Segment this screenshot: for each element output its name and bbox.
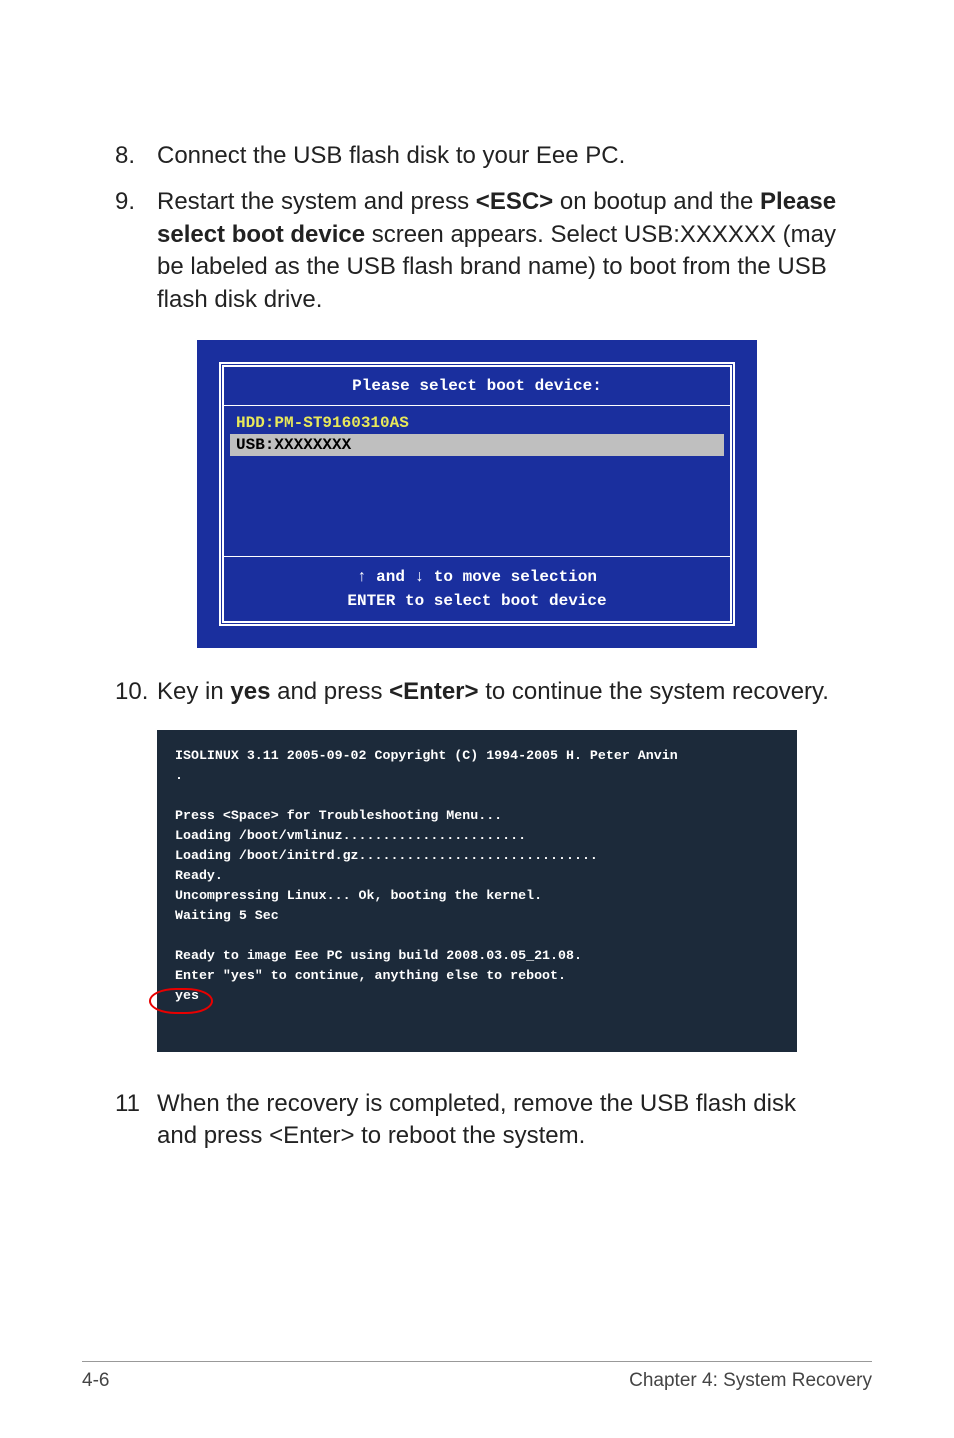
page-footer: 4-6 Chapter 4: System Recovery: [82, 1370, 872, 1392]
term-line: Waiting 5 Sec: [175, 908, 279, 923]
term-line: Ready to image Eee PC using build 2008.0…: [175, 948, 582, 963]
step-number: 10.: [115, 676, 157, 708]
page-content: 8. Connect the USB flash disk to your Ee…: [0, 0, 954, 1152]
step-number: 11: [115, 1088, 157, 1153]
boot-frame: Please select boot device: HDD:PM-ST9160…: [219, 362, 735, 626]
term-line: Loading /boot/initrd.gz.................…: [175, 848, 598, 863]
page-number: 4-6: [82, 1370, 109, 1392]
term-line: .: [175, 768, 183, 783]
boot-device-list: HDD:PM-ST9160310AS USB:XXXXXXXX: [224, 406, 730, 556]
boot-footer: ↑ and ↓ to move selection ENTER to selec…: [224, 556, 730, 621]
term-line: yes: [175, 988, 199, 1003]
step-10: 10. Key in yes and press <Enter> to cont…: [115, 676, 839, 708]
step-text: Key in yes and press <Enter> to continue…: [157, 676, 839, 708]
step-text: Connect the USB flash disk to your Eee P…: [157, 140, 839, 172]
boot-device-screenshot: Please select boot device: HDD:PM-ST9160…: [197, 340, 757, 648]
boot-hint-1: ↑ and ↓ to move selection: [224, 565, 730, 589]
boot-hint-2: ENTER to select boot device: [224, 589, 730, 613]
boot-title: Please select boot device:: [224, 367, 730, 406]
step-number: 8.: [115, 140, 157, 172]
boot-row-hdd: HDD:PM-ST9160310AS: [230, 412, 724, 434]
text-run: on bootup and the: [553, 188, 760, 215]
step-11: 11 When the recovery is completed, remov…: [115, 1088, 839, 1153]
terminal-screenshot: ISOLINUX 3.11 2005-09-02 Copyright (C) 1…: [157, 730, 797, 1051]
text-run: Restart the system and press: [157, 188, 476, 215]
step-number: 9.: [115, 186, 157, 316]
step-text: When the recovery is completed, remove t…: [157, 1088, 839, 1153]
bold-run: yes: [230, 678, 270, 705]
term-line: ISOLINUX 3.11 2005-09-02 Copyright (C) 1…: [175, 748, 678, 763]
chapter-label: Chapter 4: System Recovery: [629, 1370, 872, 1392]
term-line: Loading /boot/vmlinuz...................…: [175, 828, 526, 843]
text-run: and press: [270, 678, 389, 705]
term-line: Uncompressing Linux... Ok, booting the k…: [175, 888, 542, 903]
boot-row-usb-selected: USB:XXXXXXXX: [230, 434, 724, 456]
bold-run: <Enter>: [389, 678, 478, 705]
term-line: Ready.: [175, 868, 223, 883]
term-line: Enter "yes" to continue, anything else t…: [175, 968, 566, 983]
step-text: Restart the system and press <ESC> on bo…: [157, 186, 839, 316]
step-9: 9. Restart the system and press <ESC> on…: [115, 186, 839, 316]
footer-divider: [82, 1361, 872, 1362]
term-line: Press <Space> for Troubleshooting Menu..…: [175, 808, 502, 823]
step-8: 8. Connect the USB flash disk to your Ee…: [115, 140, 839, 172]
text-run: to continue the system recovery.: [479, 678, 829, 705]
text-run: Key in: [157, 678, 230, 705]
terminal-output: ISOLINUX 3.11 2005-09-02 Copyright (C) 1…: [157, 730, 797, 1051]
bold-run: <ESC>: [476, 188, 553, 215]
